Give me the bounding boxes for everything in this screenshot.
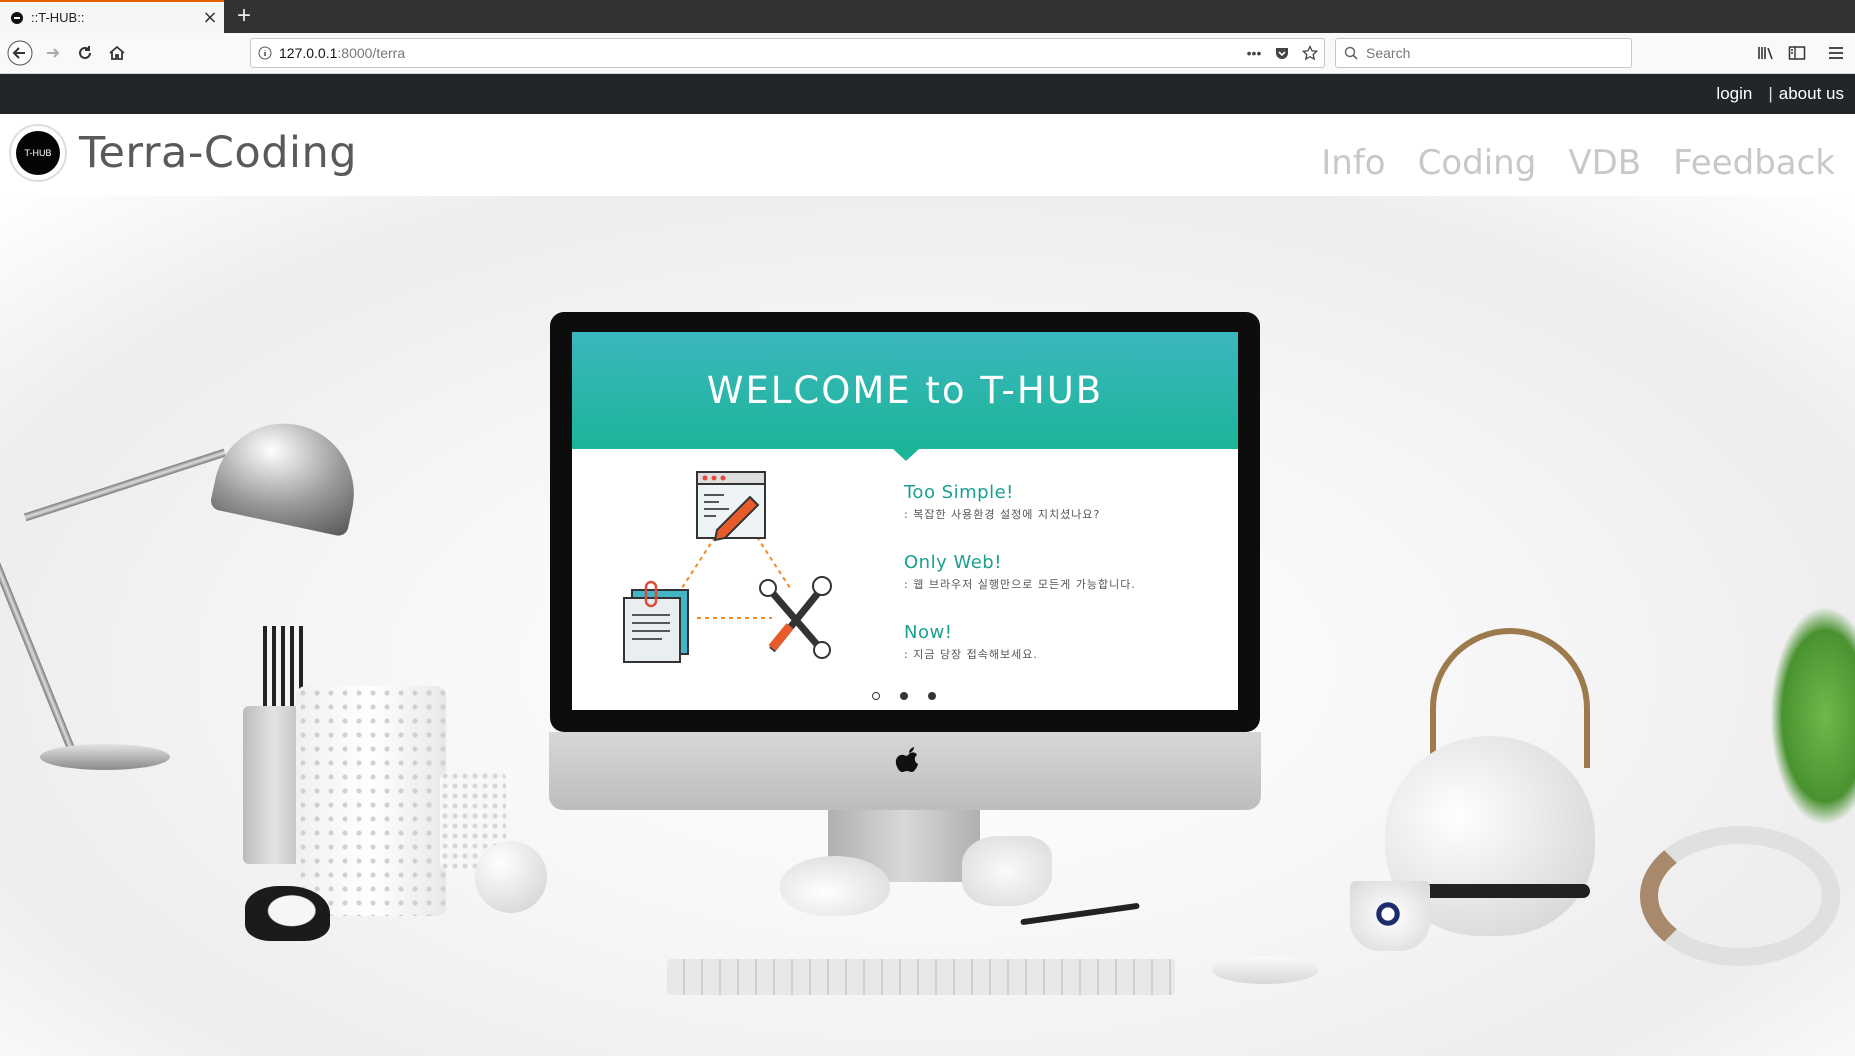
reload-button[interactable]: [71, 39, 99, 67]
keyboard: [667, 959, 1175, 995]
carousel-dot[interactable]: [928, 692, 936, 700]
new-tab-button[interactable]: +: [230, 2, 258, 30]
link-separator: |: [1768, 84, 1773, 103]
bookmark-star-icon[interactable]: [1296, 45, 1324, 61]
nav-feedback[interactable]: Feedback: [1673, 143, 1835, 183]
home-button[interactable]: [103, 39, 131, 67]
sidebar-icon: [1788, 46, 1806, 60]
tab-title: ::T-HUB::: [31, 10, 85, 25]
forward-arrow-icon: [47, 48, 60, 58]
headphones: [1640, 826, 1840, 966]
nav-coding[interactable]: Coding: [1418, 143, 1537, 183]
apple-logo-icon: [895, 747, 918, 772]
library-icon: [1758, 47, 1773, 60]
back-arrow-icon: [7, 40, 33, 66]
pocket-icon[interactable]: [1268, 45, 1296, 61]
site-top-strip: login | about us: [0, 74, 1855, 114]
cup-pattern: [1370, 896, 1406, 932]
carousel-dot-active[interactable]: [872, 692, 880, 700]
library-button[interactable]: [1752, 39, 1780, 67]
bird-figurine: [780, 856, 890, 916]
feature-title: Too Simple!: [904, 482, 1014, 503]
document-edit-icon: [696, 471, 766, 542]
login-link[interactable]: login: [1716, 84, 1752, 104]
decor-ball: [475, 841, 547, 913]
site-info-icon[interactable]: [251, 46, 279, 60]
logo-text: T-HUB: [16, 131, 60, 175]
carousel-dot[interactable]: [900, 692, 908, 700]
url-path: :8000/terra: [337, 45, 406, 61]
sidebar-button[interactable]: [1783, 39, 1811, 67]
feature-desc: : 복잡한 사용환경 설정에 지치셨나요?: [904, 508, 1101, 521]
hamburger-menu-icon: [1829, 47, 1843, 59]
feature-desc: : 지금 당장 접속해보세요.: [904, 648, 1038, 661]
feature-item: Only Web! : 웹 브라우저 실행만으로 모든게 가능합니다.: [904, 552, 1136, 592]
welcome-banner: WELCOME to T-HUB: [572, 332, 1238, 449]
tab-close-icon[interactable]: ×: [200, 7, 220, 28]
desk-lamp-base: [40, 744, 170, 770]
welcome-slide: WELCOME to T-HUB Too Simple!: 복잡한 사용환경 …: [572, 332, 1238, 710]
banner-pointer: [892, 448, 920, 461]
menu-button[interactable]: [1822, 39, 1850, 67]
nav-vdb[interactable]: VDB: [1568, 143, 1641, 183]
feature-title: Only Web!: [904, 552, 1002, 573]
carousel-indicators: [872, 692, 936, 700]
forward-button[interactable]: [39, 39, 67, 67]
mouse: [1212, 956, 1318, 984]
feature-title: Now!: [904, 622, 953, 643]
feature-desc: : 웹 브라우저 실행만으로 모든게 가능합니다.: [904, 578, 1136, 591]
url-host: 127.0.0.1: [279, 45, 338, 61]
address-bar[interactable]: 127.0.0.1:8000/terra •••: [250, 38, 1325, 68]
hero-image: WELCOME to T-HUB Too Simple!: 복잡한 사용환경 …: [0, 196, 1855, 1056]
site-logo[interactable]: T-HUB: [9, 124, 67, 182]
workflow-illustration: [623, 471, 832, 663]
site-brand-title[interactable]: Terra-Coding: [79, 128, 357, 178]
reload-icon: [79, 46, 91, 59]
favicon-icon: [11, 11, 23, 24]
nav-info[interactable]: Info: [1321, 143, 1385, 183]
feature-item: Too Simple! : 복잡한 사용환경 설정에 지치셨나요?: [904, 482, 1100, 522]
home-icon: [109, 45, 125, 60]
browser-tab-strip: ::T-HUB:: × +: [0, 0, 1855, 33]
browser-tab[interactable]: ::T-HUB:: ×: [0, 0, 224, 33]
crumpled-paper: [962, 836, 1052, 906]
page-actions-icon[interactable]: •••: [1240, 45, 1268, 61]
main-nav: Info Coding VDB Feedback: [1321, 143, 1835, 183]
browser-toolbar: 127.0.0.1:8000/terra ••• Search: [0, 33, 1855, 74]
search-field[interactable]: Search: [1335, 38, 1632, 68]
back-button[interactable]: [6, 39, 34, 67]
notes-clip-icon: [623, 580, 689, 663]
feature-item: Now! : 지금 당장 접속해보세요.: [904, 622, 1038, 662]
search-icon: [1336, 46, 1366, 60]
potted-plant: [1770, 606, 1855, 826]
perforated-holder: [296, 686, 446, 916]
about-us-link[interactable]: about us: [1779, 84, 1844, 104]
panda-figurine: [245, 886, 330, 941]
search-placeholder: Search: [1366, 45, 1411, 61]
